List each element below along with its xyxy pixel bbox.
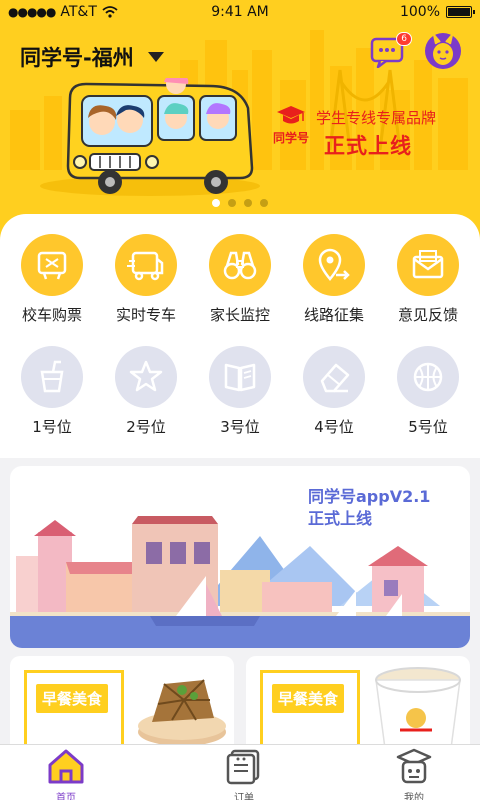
graduation-cap-icon	[277, 106, 305, 124]
city-selector[interactable]: 同学号-福州	[20, 42, 164, 72]
tab-label: 订单	[234, 793, 254, 800]
battery-icon	[446, 6, 475, 18]
food-tag: 早餐美食	[36, 684, 109, 713]
slot-label: 4号位	[314, 418, 354, 436]
message-badge: 6	[396, 32, 412, 46]
banner-slogan: 学生专线专属品牌	[316, 109, 437, 127]
service-label: 家长监控	[209, 306, 270, 324]
brand-name: 同学号	[272, 131, 309, 145]
service-label: 线路征集	[303, 306, 364, 324]
ticket-icon	[21, 234, 83, 296]
slot-label: 3号位	[220, 418, 260, 436]
service-label: 实时专车	[115, 306, 176, 324]
slot-4[interactable]: 4号位	[286, 346, 382, 437]
service-route-collect[interactable]: 线路征集	[286, 234, 382, 325]
tab-label: 我的	[404, 793, 424, 800]
tab-home[interactable]: 首页	[26, 747, 106, 800]
tab-orders[interactable]: 订单	[204, 747, 284, 800]
slot-2[interactable]: 2号位	[98, 346, 194, 437]
battery-level-fill	[448, 8, 470, 16]
carousel-dot[interactable]	[212, 199, 220, 207]
slot-label: 5号位	[408, 418, 448, 436]
profile-icon	[396, 748, 432, 784]
service-label: 意见反馈	[397, 306, 458, 324]
binoculars-icon	[209, 234, 271, 296]
carousel-indicator[interactable]	[0, 199, 480, 207]
dropdown-caret-icon	[147, 52, 164, 62]
slot-5[interactable]: 5号位	[380, 346, 476, 437]
route-pin-icon	[303, 234, 365, 296]
ball-icon	[397, 346, 459, 408]
food-card-soymilk[interactable]: 早餐美食	[246, 656, 470, 756]
slot-1[interactable]: 1号位	[4, 346, 100, 437]
home-icon	[48, 749, 84, 784]
bottom-tab-bar: 首页 订单 我的	[0, 744, 480, 800]
service-feedback[interactable]: 意见反馈	[380, 234, 476, 325]
soy-milk-cup-icon	[375, 667, 461, 756]
food-tag: 早餐美食	[272, 684, 345, 713]
service-parent-monitor[interactable]: 家长监控	[192, 234, 288, 325]
tofu-dish-icon	[138, 679, 226, 746]
promo-title: 同学号appV2.1 正式上线	[308, 486, 430, 530]
promo-banner[interactable]: 同学号appV2.1 正式上线	[10, 466, 470, 648]
service-label: 校车购票	[21, 306, 82, 324]
battery-percent: 100%	[399, 4, 440, 20]
promo-line-1: 同学号appV2.1	[308, 487, 431, 506]
service-realtime-bus[interactable]: 实时专车	[98, 234, 194, 325]
service-grid: 校车购票 实时专车 家长监控 线路征集 意见反馈 1号位 2号位 3号位 4号位…	[0, 214, 480, 458]
carousel-dot[interactable]	[228, 199, 236, 207]
promo-line-2: 正式上线	[308, 509, 373, 528]
brand-logo: 同学号	[268, 104, 314, 146]
school-bus-illustration	[66, 78, 254, 194]
avatar-icon	[425, 33, 461, 69]
tab-label: 首页	[56, 793, 76, 800]
book-icon	[209, 346, 271, 408]
city-name: 同学号-福州	[20, 46, 134, 70]
slot-label: 2号位	[126, 418, 166, 436]
slot-3[interactable]: 3号位	[192, 346, 288, 437]
bus-icon	[115, 234, 177, 296]
cup-icon	[21, 346, 83, 408]
status-bar: ●●●●● AT&T 9:41 AM 100%	[0, 0, 480, 24]
order-icon	[226, 749, 260, 785]
food-card-tofu[interactable]: 早餐美食	[10, 656, 234, 756]
envelope-icon	[397, 234, 459, 296]
top-header-area: ●●●●● AT&T 9:41 AM 100% 同学号-福州 6 同学号 学生专…	[0, 0, 480, 240]
slot-label: 1号位	[32, 418, 72, 436]
eraser-icon	[303, 346, 365, 408]
tab-profile[interactable]: 我的	[374, 747, 454, 800]
avatar-button[interactable]	[424, 32, 462, 70]
battery-info: 100%	[399, 4, 475, 20]
star-icon	[115, 346, 177, 408]
message-button[interactable]: 6	[370, 32, 412, 69]
carousel-dot[interactable]	[260, 199, 268, 207]
banner-launch-text: 正式上线	[324, 134, 412, 158]
carousel-dot[interactable]	[244, 199, 252, 207]
service-ticket[interactable]: 校车购票	[4, 234, 100, 325]
